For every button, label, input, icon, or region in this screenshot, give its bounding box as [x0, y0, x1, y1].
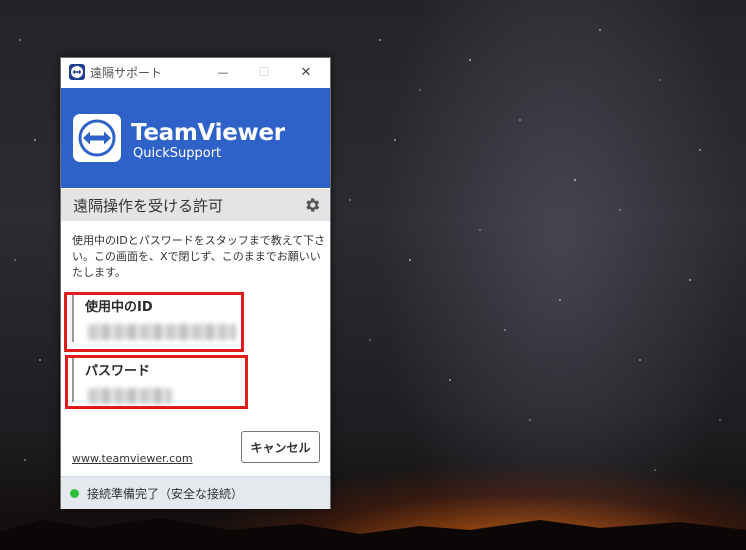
connection-status-indicator — [70, 489, 79, 498]
id-highlight-box — [64, 292, 244, 352]
brand-name: TeamViewer — [131, 120, 285, 146]
minimize-icon: — — [217, 65, 229, 79]
cancel-button[interactable]: キャンセル — [241, 431, 320, 463]
status-bar: 接続準備完了（安全な接続） — [61, 476, 330, 509]
connection-status-text: 接続準備完了（安全な接続） — [87, 487, 244, 501]
section-header: 遠隔操作を受ける許可 — [61, 189, 330, 221]
maximize-button[interactable]: ☐ — [246, 58, 282, 86]
instruction-text: 使用中のIDとパスワードをスタッフまで教えて下さい。この画面を、Xで閉じず、この… — [72, 234, 326, 279]
teamviewer-website-link[interactable]: www.teamviewer.com — [72, 452, 193, 465]
section-title: 遠隔操作を受ける許可 — [73, 197, 224, 215]
brand-product: QuickSupport — [133, 146, 222, 161]
quicksupport-window: 遠隔サポート — ☐ ✕ TeamViewer QuickSupport 遠隔操… — [60, 57, 331, 509]
window-title: 遠隔サポート — [90, 66, 163, 80]
close-icon: ✕ — [300, 64, 312, 80]
close-button[interactable]: ✕ — [288, 58, 324, 86]
minimize-button[interactable]: — — [205, 58, 241, 86]
brand-banner: TeamViewer QuickSupport — [61, 88, 330, 188]
title-bar[interactable]: 遠隔サポート — ☐ ✕ — [61, 58, 330, 86]
gear-icon[interactable] — [303, 196, 321, 214]
teamviewer-arrows-icon — [73, 114, 121, 162]
password-highlight-box — [65, 355, 248, 409]
teamviewer-app-icon — [69, 64, 85, 80]
maximize-icon: ☐ — [258, 65, 270, 79]
